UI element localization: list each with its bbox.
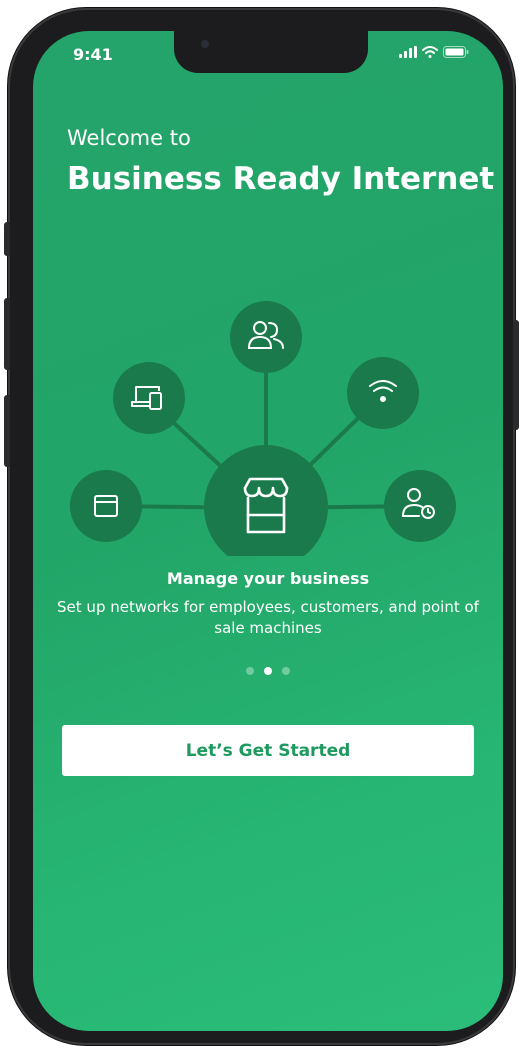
status-icons <box>399 46 469 58</box>
power-button <box>513 320 519 430</box>
status-time: 9:41 <box>73 45 113 64</box>
page-dot-2[interactable] <box>264 667 272 675</box>
front-camera <box>201 40 209 48</box>
network-illustration <box>70 301 456 556</box>
feature-title: Manage your business <box>166 569 370 588</box>
cellular-signal-icon <box>399 46 417 58</box>
product-title: Business Ready Internet <box>67 161 495 197</box>
notch <box>174 31 368 73</box>
battery-icon <box>443 46 469 58</box>
wifi-status-icon <box>422 46 438 58</box>
wifi-node <box>347 357 419 429</box>
store-node <box>204 445 328 556</box>
home-indicator <box>201 1010 335 1015</box>
mute-switch <box>4 222 10 256</box>
browser-node <box>70 470 142 542</box>
users-node <box>230 301 302 373</box>
pagination-dots <box>33 667 503 675</box>
page-dot-3[interactable] <box>282 667 290 675</box>
volume-down-button <box>4 395 10 467</box>
app-screen: 9:41 Welcome to Business Ready Internet <box>33 31 503 1031</box>
feature-description: Set up networks for employees, customers… <box>57 598 479 637</box>
page-dot-1[interactable] <box>246 667 254 675</box>
welcome-subtitle: Welcome to <box>67 126 191 150</box>
volume-up-button <box>4 298 10 370</box>
get-started-button[interactable]: Let’s Get Started <box>62 725 474 776</box>
